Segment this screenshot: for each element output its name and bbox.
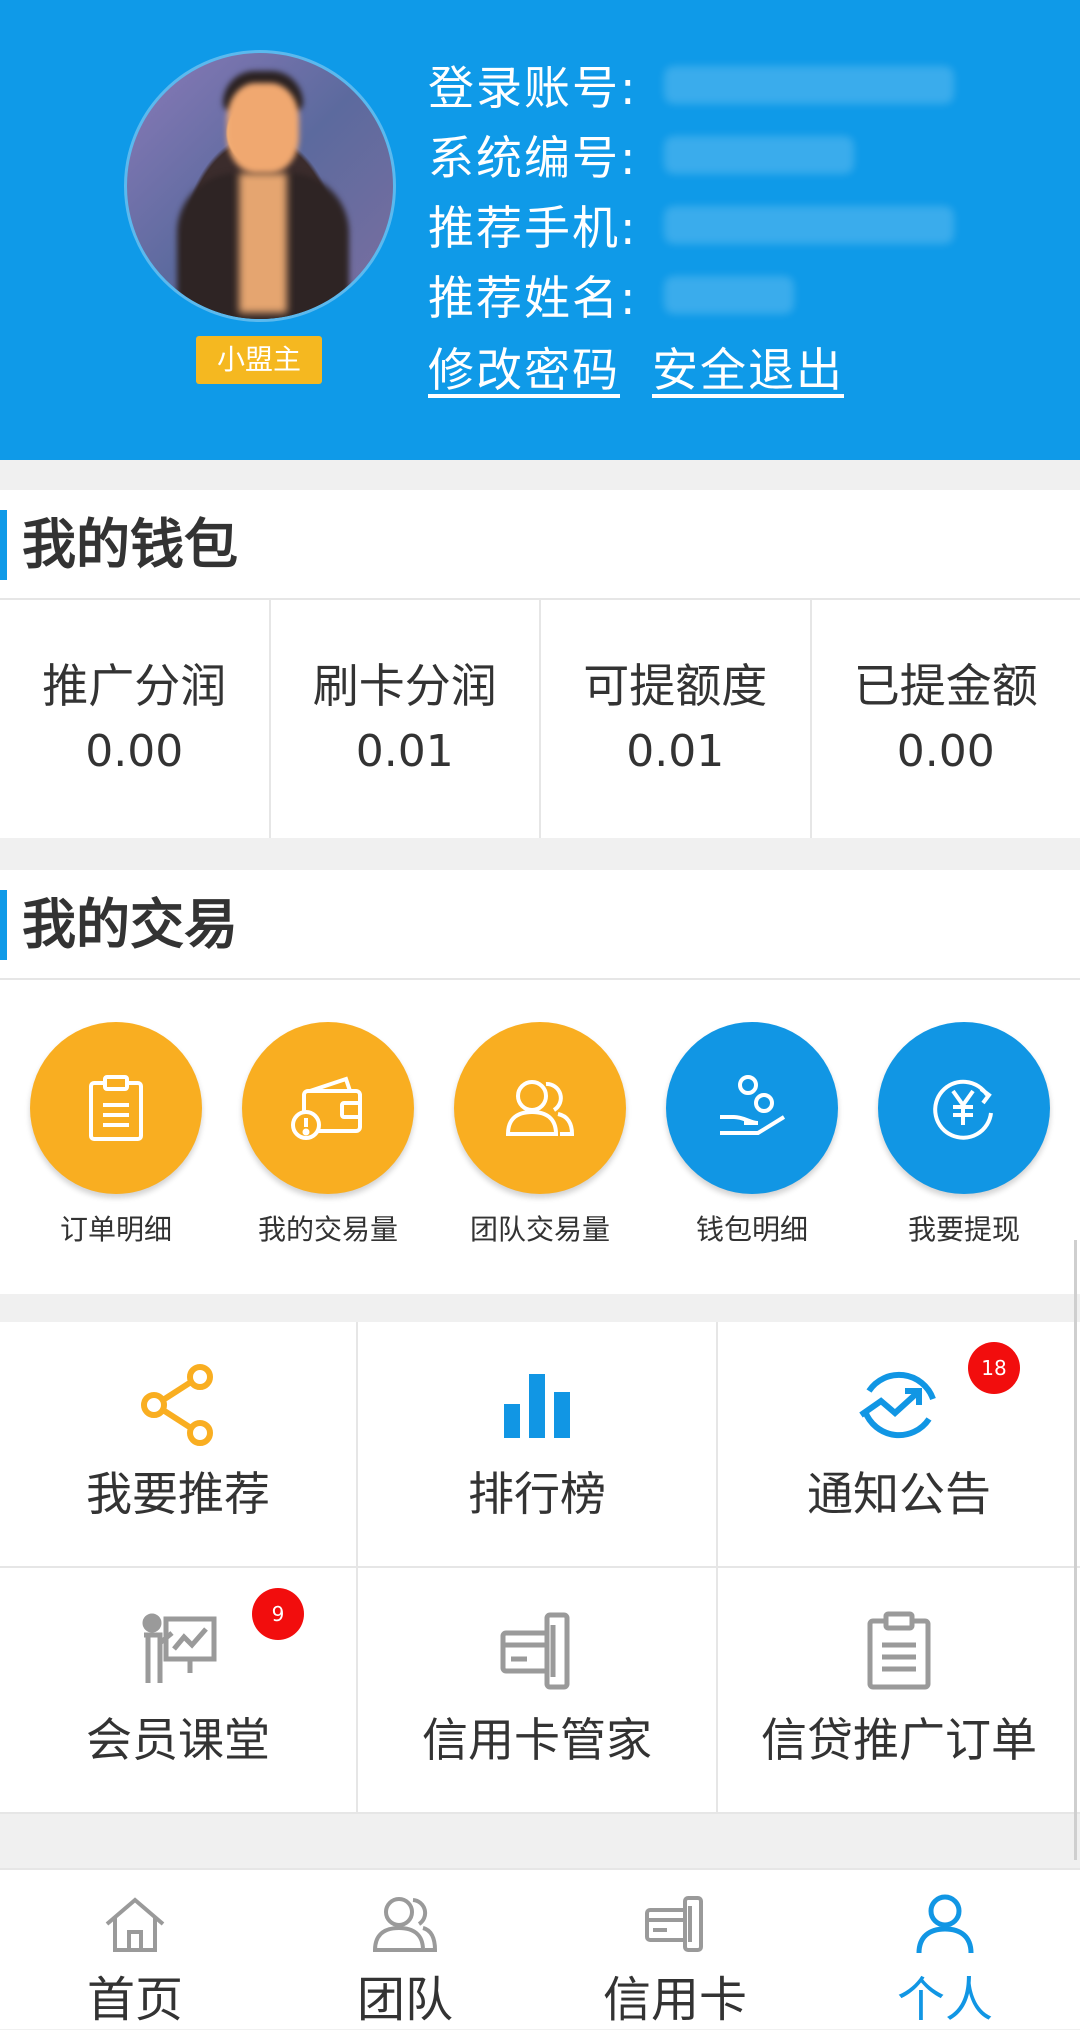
notification-badge: 18 [968,1342,1020,1394]
grid-item-ranking[interactable]: 排行榜 [358,1322,718,1568]
login-account-label: 登录账号: [428,52,638,118]
wallet-item-withdrawable[interactable]: 可提额度 0.01 [541,600,812,838]
login-account-row: 登录账号: [428,50,954,120]
nav-tab-label: 个人 [810,1960,1080,2030]
team-icon [454,1022,626,1194]
yuan-refresh-icon [878,1022,1050,1194]
hand-coins-icon [666,1022,838,1194]
referrer-phone-value [664,206,954,244]
grid-item-label: 信贷推广订单 [718,1704,1080,1770]
share-icon [128,1360,228,1450]
grid-item-recommend[interactable]: 我要推荐 [0,1322,358,1568]
profile-links: 修改密码 安全退出 [428,334,844,400]
trade-section-header: 我的交易 [0,870,1080,980]
notification-badge: 9 [252,1588,304,1640]
wallet-item-label: 已提金额 [812,650,1080,716]
trend-up-icon [849,1360,949,1450]
trade-item-wallet-details[interactable]: 钱包明细 [657,980,847,1294]
grid-item-card-manager[interactable]: 信用卡管家 [358,1568,718,1814]
section-accent-bar [0,890,7,960]
wallet-item-value: 0.00 [0,726,269,777]
wallet-title: 我的钱包 [22,490,238,600]
grid-item-notice[interactable]: 通知公告 18 [718,1322,1080,1568]
nav-tab-profile[interactable]: 个人 [810,1870,1080,2029]
change-password-link[interactable]: 修改密码 [428,334,620,400]
referrer-phone-row: 推荐手机: [428,190,954,260]
referrer-name-label: 推荐姓名: [428,262,638,328]
wallet-summary: 推广分润 0.00 刷卡分润 0.01 可提额度 0.01 已提金额 0.00 [0,600,1080,838]
team-icon [370,1892,440,1956]
presentation-icon [128,1606,228,1696]
referrer-name-value [664,276,794,314]
clipboard-icon [30,1022,202,1194]
wallet-section-header: 我的钱包 [0,490,1080,600]
wallet-item-withdrawn[interactable]: 已提金额 0.00 [812,600,1080,838]
referrer-name-row: 推荐姓名: [428,260,954,330]
credit-card-icon [640,1892,710,1956]
clipboard-icon [849,1606,949,1696]
wallet-item-card-profit[interactable]: 刷卡分润 0.01 [271,600,542,838]
logout-link[interactable]: 安全退出 [652,334,844,400]
nav-tab-label: 信用卡 [540,1960,810,2030]
grid-item-label: 通知公告 [718,1458,1080,1524]
trade-item-team-volume[interactable]: 团队交易量 [445,980,635,1294]
trade-title: 我的交易 [22,870,238,980]
system-id-row: 系统编号: [428,120,954,190]
nav-tab-label: 团队 [270,1960,540,2030]
trade-item-order-details[interactable]: 订单明细 [21,980,211,1294]
wallet-item-label: 可提额度 [541,650,810,716]
wallet-item-label: 刷卡分润 [271,650,540,716]
trade-item-my-volume[interactable]: 我的交易量 [233,980,423,1294]
trade-item-label: 钱包明细 [657,1208,847,1248]
system-id-label: 系统编号: [428,122,638,188]
grid-item-member-class[interactable]: 会员课堂 9 [0,1568,358,1814]
wallet-item-promotion-profit[interactable]: 推广分润 0.00 [0,600,271,838]
person-icon [910,1892,980,1956]
bar-chart-icon [487,1360,587,1450]
wallet-item-label: 推广分润 [0,650,269,716]
wallet-item-value: 0.01 [541,726,810,777]
home-icon [100,1892,170,1956]
grid-item-label: 信用卡管家 [358,1704,716,1770]
trade-item-label: 订单明细 [21,1208,211,1248]
wallet-alert-icon [242,1022,414,1194]
system-id-value [664,136,854,174]
scrollbar[interactable] [1074,1240,1077,1860]
nav-tab-team[interactable]: 团队 [270,1870,540,2029]
grid-item-loan-orders[interactable]: 信贷推广订单 [718,1568,1080,1814]
avatar[interactable] [124,50,396,322]
nav-tab-home[interactable]: 首页 [0,1870,270,2029]
nav-tab-credit-card[interactable]: 信用卡 [540,1870,810,2029]
trade-item-label: 团队交易量 [445,1208,635,1248]
trade-item-withdraw[interactable]: 我要提现 [869,980,1059,1294]
feature-grid: 我要推荐 排行榜 通知公告 18 [0,1322,1080,1814]
credit-card-icon [487,1606,587,1696]
grid-item-label: 排行榜 [358,1458,716,1524]
trade-item-label: 我的交易量 [233,1208,423,1248]
trade-shortcuts: 订单明细 我的交易量 团队交易量 [0,980,1080,1294]
section-accent-bar [0,510,7,580]
referrer-phone-label: 推荐手机: [428,192,638,258]
grid-item-label: 我要推荐 [0,1458,356,1524]
level-badge: 小盟主 [196,336,322,384]
wallet-item-value: 0.00 [812,726,1080,777]
grid-item-label: 会员课堂 [0,1704,356,1770]
trade-item-label: 我要提现 [869,1208,1059,1248]
bottom-nav: 首页 团队 信用卡 [0,1868,1080,2029]
login-account-value [664,66,954,104]
wallet-item-value: 0.01 [271,726,540,777]
profile-header: 小盟主 登录账号: 系统编号: 推荐手机: 推荐姓名: 修改密码 安全退出 [0,0,1080,460]
profile-info: 登录账号: 系统编号: 推荐手机: 推荐姓名: [428,50,954,330]
nav-tab-label: 首页 [0,1960,270,2030]
